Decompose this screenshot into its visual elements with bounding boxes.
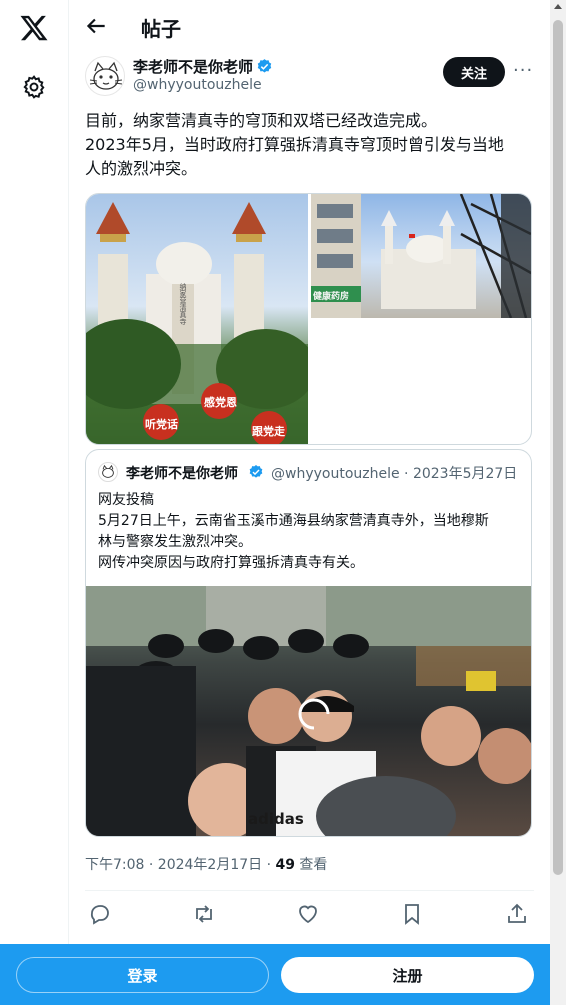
views-label: 查看 xyxy=(294,857,328,873)
media-grid: 纳家营清真寺 感党恩 听党话 跟党走 健康药房 xyxy=(85,193,532,445)
scrollbar-thumb[interactable] xyxy=(553,20,563,875)
verified-badge-icon xyxy=(249,465,263,478)
left-nav xyxy=(0,0,69,1005)
login-banner: 登录 注册 xyxy=(0,944,550,1005)
login-button[interactable]: 登录 xyxy=(16,957,269,993)
gear-icon[interactable] xyxy=(21,74,47,100)
mosque-photo-2[interactable]: 健康药房 xyxy=(311,194,531,318)
sign-text: 跟党走 xyxy=(252,425,285,438)
main-column: 帖子 李老师不是你老师 @whyyoutouzhele 关注 ··· 目前，纳家… xyxy=(69,0,550,1005)
quote-video[interactable]: adidas xyxy=(86,586,531,836)
quote-avatar xyxy=(98,462,118,482)
sign-text: 感党恩 xyxy=(204,396,237,409)
arrow-left-icon[interactable] xyxy=(83,13,109,39)
like-icon[interactable] xyxy=(296,902,320,926)
quote-handle-date: @whyyoutouzhele · 2023年5月27日 xyxy=(271,466,518,482)
quote-text: 网友投稿 5月27日上午，云南省玉溪市通海县纳家营清真寺外，当地穆斯 林与警察发… xyxy=(98,490,523,574)
scroll-up-arrow-icon[interactable] xyxy=(554,4,562,9)
action-bar xyxy=(85,902,534,932)
quote-text-line: 5月27日上午，云南省玉溪市通海县纳家营清真寺外，当地穆斯 xyxy=(98,513,489,529)
avatar[interactable] xyxy=(85,56,125,96)
shirt-text: adidas xyxy=(248,810,304,828)
more-options-icon[interactable]: ··· xyxy=(513,60,533,82)
post-text-line: 目前，纳家营清真寺的穹顶和双塔已经改造完成。 xyxy=(85,111,438,130)
sign-text: 健康药房 xyxy=(313,292,350,302)
column-text: 纳家营清真寺 xyxy=(179,282,187,325)
quoted-post[interactable]: 李老师不是你老师 @whyyoutouzhele · 2023年5月27日 网友… xyxy=(85,449,532,837)
app-root: 帖子 李老师不是你老师 @whyyoutouzhele 关注 ··· 目前，纳家… xyxy=(0,0,566,1005)
post-text: 目前，纳家营清真寺的穹顶和双塔已经改造完成。 2023年5月，当时政府打算强拆清… xyxy=(85,109,535,181)
reply-icon[interactable] xyxy=(88,902,112,926)
signup-button[interactable]: 注册 xyxy=(281,957,534,993)
post-text-line: 2023年5月，当时政府打算强拆清真寺穹顶时曾引发与当地 xyxy=(85,135,504,154)
share-icon[interactable] xyxy=(505,902,529,926)
post-text-line: 人的激烈冲突。 xyxy=(85,159,198,178)
divider xyxy=(85,890,534,891)
page-header: 帖子 xyxy=(69,0,550,54)
repost-icon[interactable] xyxy=(192,902,216,926)
quote-text-line: 林与警察发生激烈冲突。 xyxy=(98,534,252,550)
quote-text-line: 网传冲突原因与政府打算强拆清真寺有关。 xyxy=(98,555,364,571)
author-name[interactable]: 李老师不是你老师 xyxy=(133,56,253,77)
views-count: 49 xyxy=(275,857,295,873)
sign-text: 听党话 xyxy=(145,418,178,431)
quote-text-line: 网友投稿 xyxy=(98,492,154,508)
x-logo-icon[interactable] xyxy=(19,13,49,43)
post-timestamp: 下午7:08 · 2024年2月17日 · 49 查看 xyxy=(85,854,327,874)
author-handle[interactable]: @whyyoutouzhele xyxy=(133,77,262,93)
mosque-photo-1[interactable]: 纳家营清真寺 感党恩 听党话 跟党走 xyxy=(86,194,308,444)
follow-button[interactable]: 关注 xyxy=(443,57,505,87)
quote-author-name: 李老师不是你老师 xyxy=(126,466,238,482)
scrollbar[interactable] xyxy=(550,0,566,1005)
timestamp-text: 下午7:08 · 2024年2月17日 · xyxy=(85,857,276,873)
verified-badge-icon xyxy=(257,59,272,73)
bookmark-icon[interactable] xyxy=(400,902,424,926)
page-title: 帖子 xyxy=(141,17,181,41)
